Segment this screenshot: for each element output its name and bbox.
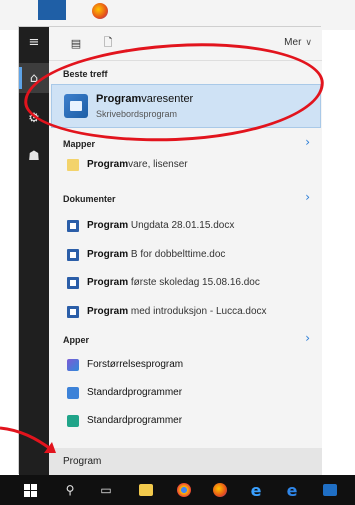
list-item[interactable]: Programvare, lisenser: [49, 153, 322, 177]
taskbar: ⚲ ▭ e e: [0, 475, 355, 505]
task-view-icon[interactable]: ▭: [98, 482, 114, 498]
search-query: Program: [63, 456, 102, 467]
chevron-right-icon[interactable]: ›: [305, 190, 310, 204]
desktop-tile: [38, 0, 66, 20]
apps-heading: Apper: [63, 335, 90, 345]
firefox-desktop-icon[interactable]: [92, 3, 108, 19]
gear-icon[interactable]: ⚙: [19, 103, 49, 133]
list-item[interactable]: Standardprogrammer: [49, 409, 322, 433]
chrome-icon[interactable]: [176, 482, 192, 498]
start-button-icon[interactable]: [22, 482, 38, 498]
folders-heading: Mapper: [63, 139, 96, 149]
edge-icon[interactable]: e: [284, 481, 300, 500]
default-apps-settings-icon: [67, 415, 79, 427]
results-toolbar: ▤ 🗋 Mer ∨: [49, 27, 322, 61]
list-item[interactable]: Program første skoledag 15.08.16.doc: [49, 271, 322, 295]
start-menu: ≡ ⌂ ⚙ ☗ ▤ 🗋 Mer ∨ Beste treff Programvar…: [18, 26, 322, 475]
list-item[interactable]: Forstørrelsesprogram: [49, 353, 322, 377]
word-doc-icon: [67, 306, 79, 318]
list-item[interactable]: Program med introduksjon - Lucca.docx: [49, 300, 322, 324]
file-explorer-icon[interactable]: [138, 482, 154, 498]
more-filters-button[interactable]: Mer ∨: [284, 37, 312, 48]
chevron-right-icon[interactable]: ›: [305, 135, 310, 149]
word-doc-icon: [67, 220, 79, 232]
list-item[interactable]: Program B for dobbelttime.doc: [49, 243, 322, 267]
default-apps-icon: [67, 387, 79, 399]
documents-heading: Dokumenter: [63, 194, 116, 204]
user-icon[interactable]: ☗: [19, 141, 49, 171]
best-match-subtitle: Skrivebordsprogram: [96, 109, 178, 119]
folder-icon: [67, 159, 79, 171]
start-rail: ≡ ⌂ ⚙ ☗: [19, 27, 49, 475]
filter-documents-icon[interactable]: 🗋: [101, 36, 115, 50]
search-input[interactable]: Program: [49, 448, 322, 475]
list-item[interactable]: Program Ungdata 28.01.15.docx: [49, 214, 322, 238]
filter-apps-icon[interactable]: ▤: [69, 36, 83, 50]
search-icon[interactable]: ⚲: [62, 482, 78, 498]
firefox-icon[interactable]: [212, 482, 228, 498]
chevron-right-icon[interactable]: ›: [305, 331, 310, 345]
home-icon[interactable]: ⌂: [19, 63, 49, 93]
word-doc-icon: [67, 277, 79, 289]
word-doc-icon: [67, 249, 79, 261]
outlook-icon[interactable]: [322, 482, 338, 498]
best-match-title: Programvaresenter: [96, 93, 194, 105]
internet-explorer-icon[interactable]: e: [248, 481, 264, 500]
hamburger-icon[interactable]: ≡: [19, 27, 49, 57]
best-match-result[interactable]: Programvaresenter Skrivebordsprogram: [51, 84, 321, 128]
chevron-down-icon: ∨: [305, 37, 312, 48]
magnifier-app-icon: [67, 359, 79, 371]
search-results-panel: ▤ 🗋 Mer ∨ Beste treff Programvaresenter …: [49, 27, 322, 475]
more-label: Mer: [284, 37, 302, 48]
software-center-icon: [64, 94, 88, 118]
list-item[interactable]: Standardprogrammer: [49, 381, 322, 405]
best-match-heading: Beste treff: [63, 69, 108, 79]
